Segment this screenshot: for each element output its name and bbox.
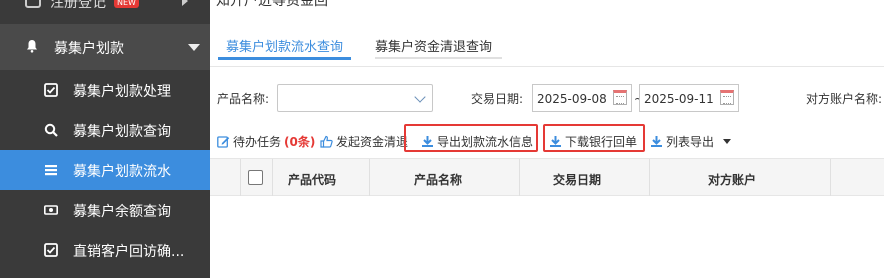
download-icon [651,136,662,147]
tab-bar: 募集户划款流水查询 募集户资金清退查询 [210,30,884,64]
search-icon [44,123,58,137]
calendar-icon[interactable] [720,90,734,105]
column-divider [369,159,370,196]
table-header: 产品代码 产品名称 交易日期 对方账户 [210,158,884,196]
bell-icon [27,40,37,53]
download-bank-receipt-label: 下载银行回单 [565,135,638,149]
table-body [210,197,884,278]
list-icon [45,165,57,176]
sidebar-item-transfer-processing[interactable]: 募集户划款处理 [0,70,210,110]
date-from-value: 2025-09-08 [537,92,607,106]
counterparty-name-label: 对方账户名称: [806,92,883,106]
sidebar-item-label: 募集户划款查询 [73,124,171,140]
date-from-input[interactable]: 2025-09-08 [532,84,632,112]
tab-transfer-flow-query[interactable]: 募集户划款流水查询 [226,36,343,55]
edit-icon [217,136,230,148]
calendar-icon[interactable] [613,90,627,105]
sidebar-item-label: 注册登记 [50,0,106,11]
caret-down-icon[interactable] [723,139,732,144]
sidebar: 注册登记 NEW 募集户划款 募集户划款处理 募集户划款查询 募集户划款流水 募… [0,0,210,278]
column-divider [240,159,241,196]
export-transfer-flow-label: 导出划款流水信息 [437,135,534,149]
initiate-refund-button[interactable]: 发起资金清退 [320,133,408,150]
divider [210,66,884,67]
export-transfer-flow-button[interactable]: 导出划款流水信息 [421,133,533,150]
initiate-refund-label: 发起资金清退 [336,135,409,149]
list-export-label: 列表导出 [666,135,715,149]
trade-date-label: 交易日期: [471,92,524,106]
download-icon [550,136,561,147]
sidebar-section-fundraising-transfer[interactable]: 募集户划款 [0,24,210,70]
sidebar-item-balance-query[interactable]: 募集户余额查询 [0,190,210,230]
column-header-trade-date[interactable]: 交易日期 [553,171,601,188]
sidebar-item-transfer-query[interactable]: 募集户划款查询 [0,110,210,150]
column-header-counterparty-account[interactable]: 对方账户 [708,171,756,188]
filter-bar: 产品名称: 交易日期: 2025-09-08 ~ 2025-09-11 对方账户… [210,80,884,112]
date-to-input[interactable]: 2025-09-11 [639,84,739,112]
sidebar-item-label: 募集户划款流水 [73,164,171,180]
toolbar: 待办任务 (0条) 发起资金清退 导出划款流水信息 下载银行回单 列表导出 [210,124,884,158]
sidebar-item-registration[interactable]: 注册登记 NEW [0,0,210,20]
column-divider [649,159,650,196]
document-icon [25,0,41,8]
column-divider [272,159,273,196]
tab-underline [375,57,502,59]
chevron-right-icon [182,0,188,6]
date-to-value: 2025-09-11 [644,92,714,106]
money-icon [44,205,58,215]
sidebar-section-label: 募集户划款 [54,41,124,57]
check-square-icon [44,243,58,257]
download-icon [422,136,433,147]
check-square-icon [44,83,58,97]
select-all-checkbox[interactable] [248,170,263,185]
page-header: 知开户进等资金回 [210,0,884,22]
new-badge: NEW [114,0,139,8]
tab-fund-refund-query[interactable]: 募集户资金清退查询 [375,36,492,55]
list-export-button[interactable]: 列表导出 [650,133,732,150]
page-header-text: 知开户进等资金回 [216,0,328,9]
thumbs-up-icon [320,135,333,148]
active-tab-indicator [218,57,351,60]
sidebar-item-label: 直销客户回访确... [73,244,185,260]
sidebar-item-transfer-flow[interactable]: 募集户划款流水 [0,150,210,190]
column-divider [830,159,831,196]
sidebar-item-label: 募集户划款处理 [73,84,171,100]
download-bank-receipt-button[interactable]: 下载银行回单 [549,133,637,150]
pending-count: (0条) [284,135,316,149]
column-header-product-name[interactable]: 产品名称 [414,171,462,188]
chevron-down-icon [414,91,426,103]
pending-tasks-button[interactable]: 待办任务 (0条) [217,133,315,150]
sidebar-item-label: 募集户余额查询 [73,204,171,220]
product-name-label: 产品名称: [217,92,270,106]
sidebar-item-direct-client-followup[interactable]: 直销客户回访确... [0,230,210,270]
pending-tasks-label: 待办任务 [233,135,282,149]
main-content: 知开户进等资金回 募集户划款流水查询 募集户资金清退查询 产品名称: 交易日期:… [210,0,884,278]
product-name-select[interactable] [277,84,433,112]
column-divider [519,159,520,196]
column-header-product-code[interactable]: 产品代码 [288,171,336,188]
caret-down-icon [188,44,200,51]
